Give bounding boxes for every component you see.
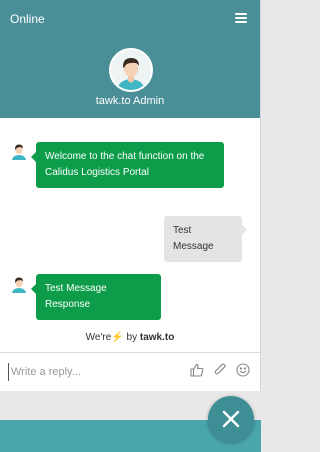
powered-by[interactable]: We're⚡ by tawk.to xyxy=(0,332,260,343)
chat-widget: Online tawk.to Admin Welcome to the chat… xyxy=(0,0,261,391)
powered-prefix: We're xyxy=(85,332,112,343)
chat-header: Online tawk.to Admin xyxy=(0,0,260,118)
agent-message: Test Message Response xyxy=(31,274,161,320)
status-text: Online xyxy=(10,12,45,26)
paperclip-icon[interactable] xyxy=(212,362,228,378)
composer xyxy=(0,352,260,391)
visitor-message: Test Message xyxy=(164,216,247,262)
reply-input[interactable] xyxy=(8,363,181,381)
bolt-icon: ⚡ xyxy=(111,332,124,343)
menu-icon[interactable] xyxy=(235,13,247,23)
emoji-icon[interactable] xyxy=(235,362,251,378)
message-list: Welcome to the chat function on the Cali… xyxy=(0,118,260,352)
close-icon xyxy=(222,410,240,428)
powered-brand: tawk.to xyxy=(139,332,175,343)
powered-by-word: by xyxy=(126,332,138,343)
agent-small-avatar xyxy=(10,275,28,293)
close-chat-button[interactable] xyxy=(208,396,254,442)
thumbs-up-icon[interactable] xyxy=(189,362,205,378)
agent-small-avatar xyxy=(10,142,28,160)
agent-avatar xyxy=(109,48,153,92)
agent-message: Welcome to the chat function on the Cali… xyxy=(31,142,224,188)
agent-name: tawk.to Admin xyxy=(95,95,165,107)
